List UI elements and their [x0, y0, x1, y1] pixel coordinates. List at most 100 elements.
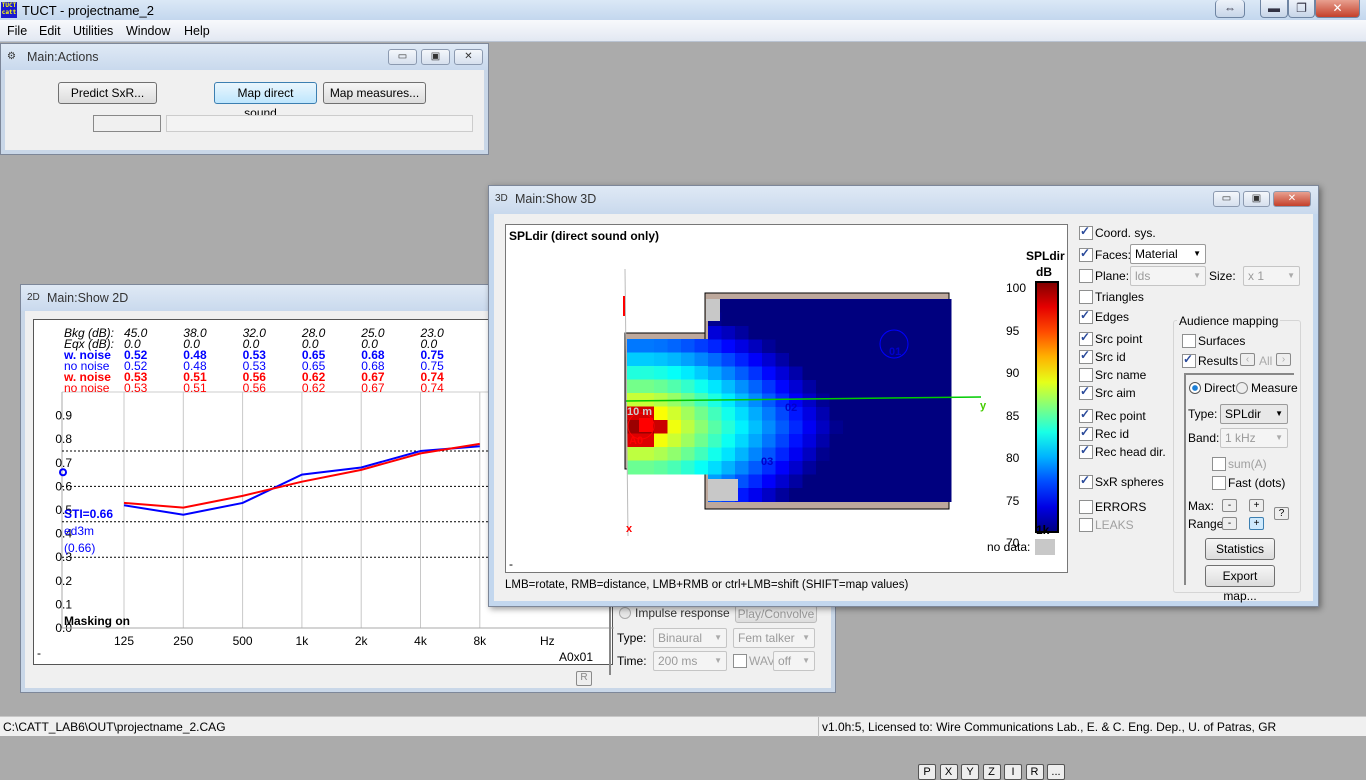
option-checkbox[interactable]: SxR spheres: [1079, 473, 1164, 489]
map-cell: [627, 460, 641, 475]
nodata-label: no data:: [987, 540, 1031, 554]
faces-select[interactable]: Material: [1130, 244, 1206, 264]
option-checkbox[interactable]: LEAKS: [1079, 518, 1134, 532]
minimize-button[interactable]: ▭: [1213, 191, 1240, 207]
map-cell: [721, 407, 736, 421]
map-cell: [816, 488, 830, 502]
option-checkbox[interactable]: ERRORS: [1079, 500, 1146, 514]
results-checkbox[interactable]: Results: [1182, 352, 1238, 368]
plane-select[interactable]: lds: [1130, 266, 1206, 286]
switch-icon[interactable]: ⇔: [1215, 0, 1245, 18]
map-cell: [870, 447, 884, 462]
option-checkbox[interactable]: Src point: [1079, 330, 1142, 346]
result-type-select[interactable]: SPLdir: [1220, 404, 1288, 424]
restore-button[interactable]: ❐: [1288, 0, 1315, 18]
menu-window[interactable]: Window: [126, 24, 170, 38]
talker-select[interactable]: Fem talker: [733, 628, 815, 648]
export-map-button[interactable]: Export map...: [1205, 565, 1275, 603]
measure-radio[interactable]: Measure: [1236, 381, 1298, 395]
menu-file[interactable]: File: [7, 24, 27, 38]
map-cell: [897, 312, 911, 327]
map-cell: [816, 434, 830, 448]
map-cell: [762, 434, 776, 448]
range-decrease-button[interactable]: -: [1222, 517, 1237, 530]
option-checkbox[interactable]: Triangles: [1079, 290, 1144, 304]
option-checkbox[interactable]: Faces:: [1079, 246, 1131, 262]
source-point: [639, 418, 653, 432]
view-button-1[interactable]: X: [939, 764, 958, 780]
option-checkbox[interactable]: Rec point: [1079, 407, 1146, 423]
r-button[interactable]: R: [576, 671, 592, 686]
minimize-button[interactable]: ▭: [388, 49, 417, 65]
map-cell: [654, 420, 668, 434]
colorbar: [1035, 281, 1059, 533]
map-cell: [816, 474, 830, 489]
show3d-window-icon: 3D: [495, 193, 508, 204]
type-select[interactable]: Binaural: [653, 628, 727, 648]
view-button-6[interactable]: ...: [1047, 764, 1065, 780]
map-cell: [870, 488, 884, 502]
view-button-4[interactable]: I: [1004, 764, 1022, 780]
close-button[interactable]: ✕: [1273, 191, 1311, 207]
map-cell: [654, 460, 668, 475]
map-cell: [735, 393, 749, 408]
map-cell: [816, 420, 830, 435]
map-cell: [843, 420, 857, 435]
range-increase-button[interactable]: +: [1249, 517, 1264, 530]
option-checkbox[interactable]: Coord. sys.: [1079, 224, 1156, 240]
minimize-button[interactable]: ▬: [1260, 0, 1288, 18]
wav-select[interactable]: off: [773, 651, 815, 671]
map-measures-button[interactable]: Map measures...: [323, 82, 426, 104]
colorbar-band: 1k: [1036, 523, 1050, 537]
fast-dots-checkbox[interactable]: Fast (dots): [1212, 476, 1285, 490]
option-checkbox[interactable]: Src id: [1079, 348, 1126, 364]
close-button[interactable]: ✕: [454, 49, 483, 65]
help-button[interactable]: ?: [1274, 507, 1289, 520]
map-cell: [870, 380, 884, 394]
option-checkbox[interactable]: Rec head dir.: [1079, 443, 1166, 459]
time-select[interactable]: 200 ms: [653, 651, 727, 671]
surfaces-checkbox[interactable]: Surfaces: [1182, 334, 1245, 348]
max-increase-button[interactable]: +: [1249, 499, 1264, 512]
3d-viewport[interactable]: A0 01 02 03 y x 10 m SPLdir (direct sound only…: [505, 224, 1068, 573]
map-cell: [802, 447, 817, 462]
option-checkbox[interactable]: Rec id: [1079, 425, 1129, 441]
menu-help[interactable]: Help: [184, 24, 210, 38]
predict-sxr-button[interactable]: Predict SxR...: [58, 82, 157, 104]
statistics-button[interactable]: Statistics: [1205, 538, 1275, 560]
colorbar-unit: dB: [1036, 265, 1052, 279]
option-checkbox[interactable]: Plane:: [1079, 269, 1129, 283]
next-result-button[interactable]: ›: [1276, 353, 1291, 366]
map-cell: [883, 461, 898, 475]
progress-bar: [166, 115, 473, 132]
close-button[interactable]: ✕: [1315, 0, 1360, 18]
map-cell: [883, 299, 898, 313]
map-direct-sound-button[interactable]: Map direct sound...: [214, 82, 317, 120]
direct-radio[interactable]: Direct: [1189, 381, 1235, 395]
view-button-3[interactable]: Z: [982, 764, 1001, 780]
impulse-label: Impulse response: [635, 606, 730, 620]
max-decrease-button[interactable]: -: [1222, 499, 1237, 512]
map-cell: [856, 407, 871, 421]
prev-result-button[interactable]: ‹: [1240, 353, 1255, 366]
restore-button[interactable]: ▣: [1243, 191, 1270, 207]
menu-edit[interactable]: Edit: [39, 24, 61, 38]
map-cell: [843, 434, 857, 448]
restore-button[interactable]: ▣: [421, 49, 450, 65]
sum-a-checkbox[interactable]: sum(A): [1212, 457, 1267, 471]
map-cell: [681, 406, 695, 421]
view-button-5[interactable]: R: [1025, 764, 1044, 780]
menu-utilities[interactable]: Utilities: [73, 24, 113, 38]
view-button-0[interactable]: P: [918, 764, 936, 780]
view-button-2[interactable]: Y: [961, 764, 979, 780]
option-checkbox[interactable]: Src name: [1079, 368, 1146, 382]
option-checkbox[interactable]: Edges: [1079, 308, 1129, 324]
size-select[interactable]: x 1: [1243, 266, 1300, 286]
map-cell: [843, 393, 857, 408]
option-checkbox[interactable]: Src aim: [1079, 384, 1136, 400]
band-select[interactable]: 1 kHz: [1220, 428, 1288, 448]
map-cell: [789, 380, 803, 394]
impulse-response-radio[interactable]: Impulse response: [619, 606, 730, 620]
play-convolve-button[interactable]: Play/Convolve: [735, 605, 817, 623]
wav-checkbox[interactable]: WAV: [733, 654, 775, 668]
